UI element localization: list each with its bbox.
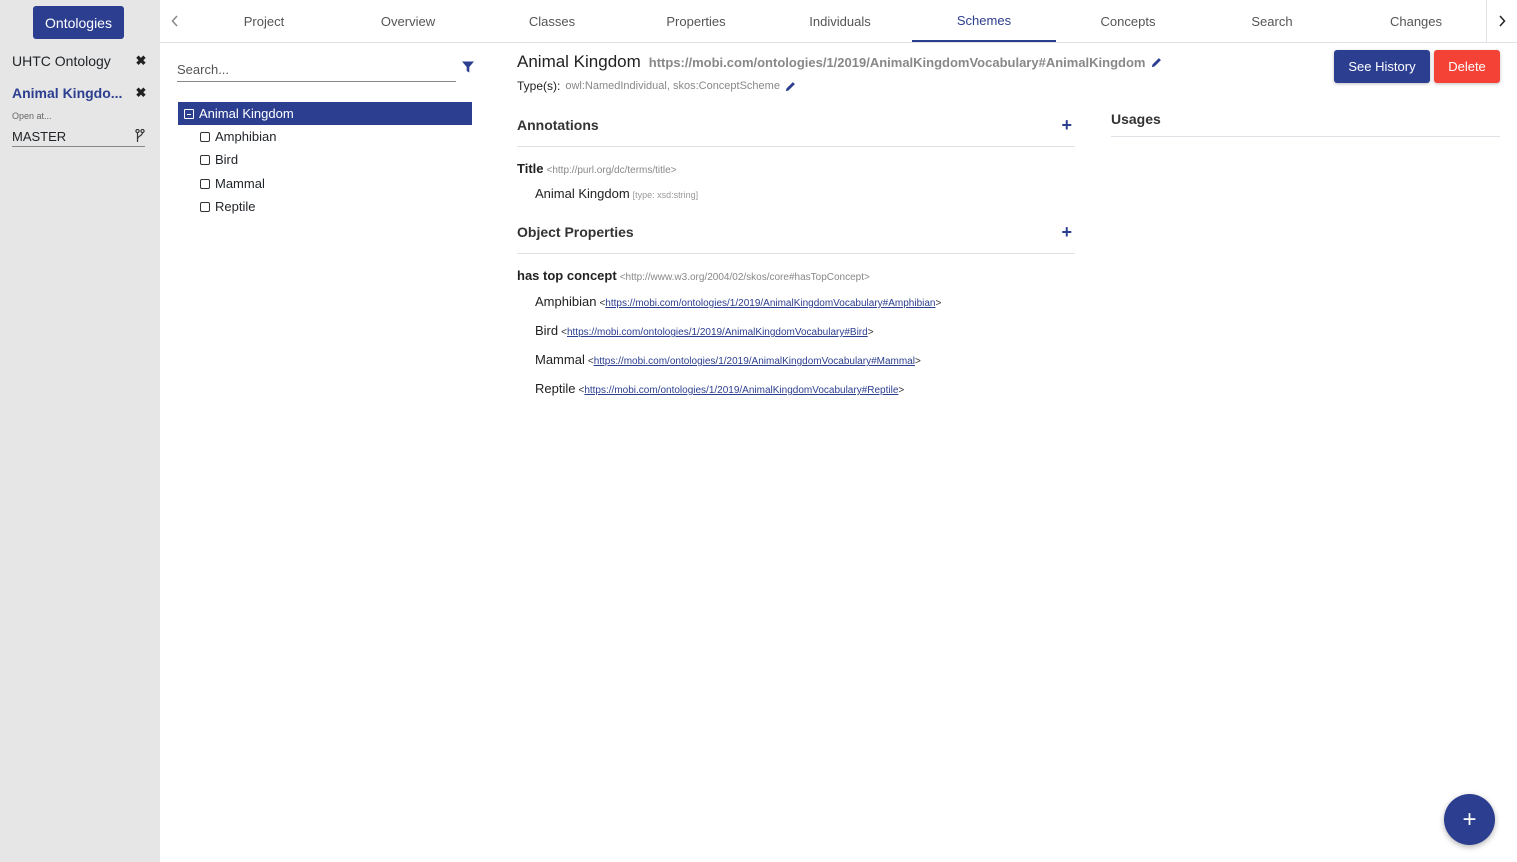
- tree-item-mammal[interactable]: Mammal: [200, 176, 265, 191]
- search-input[interactable]: [177, 58, 456, 81]
- ontology-tabs: Project Overview Classes Properties Indi…: [160, 0, 1517, 43]
- tree-item-amphibian[interactable]: Amphibian: [200, 129, 276, 144]
- property-iri: <http://purl.org/dc/terms/title>: [546, 165, 677, 176]
- tab-classes[interactable]: Classes: [480, 0, 624, 42]
- open-ontology-animal-kingdom[interactable]: Animal Kingdo... ✖: [12, 85, 148, 101]
- entity-title: Animal Kingdom: [517, 52, 641, 71]
- tab-overview[interactable]: Overview: [336, 0, 480, 42]
- collapse-icon[interactable]: [184, 108, 194, 119]
- tab-individuals[interactable]: Individuals: [768, 0, 912, 42]
- section-title: Annotations: [517, 117, 599, 133]
- chevron-right-icon: [1499, 15, 1506, 27]
- open-at-label: Open at...: [12, 111, 52, 121]
- object-property-value: Mammal <https://mobi.com/ontologies/1/201…: [535, 352, 921, 367]
- close-icon[interactable]: ✖: [134, 85, 148, 101]
- value-iri-link[interactable]: https://mobi.com/ontologies/1/2019/Anima…: [567, 327, 868, 338]
- types-value: owl:NamedIndividual, skos:ConceptScheme: [565, 80, 780, 92]
- open-ontology-label: Animal Kingdo...: [12, 85, 123, 101]
- tree-item-animal-kingdom[interactable]: Animal Kingdom: [178, 102, 472, 125]
- annotation-value[interactable]: Animal Kingdom [type: xsd:string]: [535, 186, 698, 201]
- annotations-section-header: Annotations +: [517, 116, 1075, 147]
- tree-item-label: Reptile: [215, 199, 256, 214]
- tab-changes[interactable]: Changes: [1344, 0, 1488, 42]
- tree-item-label: Animal Kingdom: [199, 106, 294, 121]
- hierarchy-search: [177, 58, 456, 82]
- add-object-property-icon[interactable]: +: [1061, 223, 1072, 241]
- section-title: Object Properties: [517, 224, 634, 240]
- ontologies-button[interactable]: Ontologies: [33, 6, 124, 39]
- value-text: Animal Kingdom: [535, 186, 630, 201]
- value-name: Amphibian: [535, 294, 597, 309]
- tree-item-label: Bird: [215, 152, 239, 167]
- value-type: [type: xsd:string]: [632, 190, 699, 200]
- add-entity-button[interactable]: +: [1444, 794, 1495, 845]
- ontology-sidebar: Ontologies UHTC Ontology ✖ Animal Kingdo…: [0, 0, 160, 862]
- tree-item-bird[interactable]: Bird: [200, 152, 238, 167]
- open-ontology-label: UHTC Ontology: [12, 53, 111, 69]
- tab-schemes[interactable]: Schemes: [912, 0, 1056, 42]
- property-name: has top concept: [517, 268, 617, 283]
- tab-concepts[interactable]: Concepts: [1056, 0, 1200, 42]
- value-name: Mammal: [535, 352, 585, 367]
- object-properties-section-header: Object Properties +: [517, 223, 1075, 254]
- usages-section-header: Usages: [1111, 111, 1500, 137]
- chevron-left-icon: [171, 15, 178, 27]
- plus-icon: +: [1462, 805, 1477, 833]
- see-history-button[interactable]: See History: [1334, 50, 1430, 83]
- leaf-icon: [200, 154, 210, 165]
- object-property-value: Bird <https://mobi.com/ontologies/1/2019/…: [535, 323, 874, 338]
- leaf-icon: [200, 131, 210, 142]
- open-ontology-uhtc[interactable]: UHTC Ontology ✖: [12, 53, 148, 69]
- annotation-property: Title <http://purl.org/dc/terms/title>: [517, 161, 677, 176]
- leaf-icon: [200, 201, 210, 212]
- delete-button[interactable]: Delete: [1434, 50, 1500, 83]
- tab-search[interactable]: Search: [1200, 0, 1344, 42]
- value-name: Reptile: [535, 381, 576, 396]
- types-label: Type(s):: [517, 79, 561, 93]
- value-name: Bird: [535, 323, 559, 338]
- entity-iri: https://mobi.com/ontologies/1/2019/Anima…: [648, 54, 1146, 70]
- filter-icon[interactable]: [461, 60, 475, 74]
- leaf-icon: [200, 178, 210, 189]
- branch-icon: [135, 129, 145, 142]
- object-property-value: Reptile <https://mobi.com/ontologies/1/20…: [535, 381, 905, 396]
- entity-types: Type(s): owl:NamedIndividual, skos:Conce…: [517, 79, 796, 93]
- section-title: Usages: [1111, 111, 1161, 127]
- tabs-scroll-left[interactable]: [163, 0, 187, 42]
- value-iri-link[interactable]: https://mobi.com/ontologies/1/2019/Anima…: [594, 356, 915, 367]
- branch-name: MASTER: [12, 128, 67, 144]
- property-name: Title: [517, 161, 544, 176]
- value-iri-link[interactable]: https://mobi.com/ontologies/1/2019/Anima…: [584, 385, 898, 396]
- object-property: has top concept <http://www.w3.org/2004/0…: [517, 268, 870, 283]
- branch-select[interactable]: MASTER: [12, 126, 145, 147]
- close-icon[interactable]: ✖: [134, 53, 148, 69]
- pencil-icon[interactable]: [1151, 57, 1162, 68]
- tab-project[interactable]: Project: [192, 0, 336, 42]
- pencil-icon[interactable]: [785, 81, 796, 92]
- property-iri: <http://www.w3.org/2004/02/skos/core#has…: [619, 272, 870, 283]
- tab-properties[interactable]: Properties: [624, 0, 768, 42]
- entity-header: Animal Kingdom https://mobi.com/ontologi…: [517, 52, 1162, 72]
- value-iri-link[interactable]: https://mobi.com/ontologies/1/2019/Anima…: [605, 298, 935, 309]
- tree-item-reptile[interactable]: Reptile: [200, 199, 255, 214]
- tabs-scroll-right[interactable]: [1486, 0, 1517, 42]
- tree-item-label: Amphibian: [215, 129, 277, 144]
- add-annotation-icon[interactable]: +: [1061, 116, 1072, 134]
- tree-item-label: Mammal: [215, 176, 265, 191]
- object-property-value: Amphibian <https://mobi.com/ontologies/1/…: [535, 294, 942, 309]
